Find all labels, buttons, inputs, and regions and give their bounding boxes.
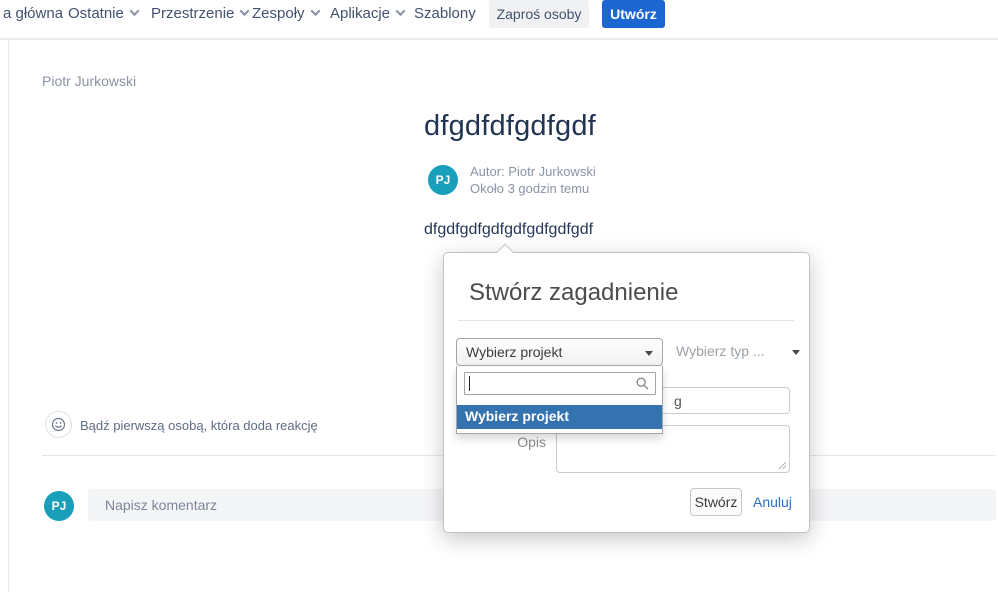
nav-item-templates[interactable]: Szablony — [414, 0, 476, 28]
issue-type-value: Wybierz typ ... — [676, 343, 765, 359]
nav-teams-label: Zespoły — [252, 5, 305, 22]
breadcrumb-author[interactable]: Piotr Jurkowski — [42, 73, 136, 89]
caret-down-icon — [792, 350, 800, 355]
caret-down-icon — [645, 351, 653, 356]
nav-item-apps[interactable]: Aplikacje — [330, 0, 404, 28]
text-cursor — [469, 376, 470, 391]
resize-grip-icon — [778, 461, 787, 470]
author-avatar: PJ — [428, 165, 458, 195]
nav-item-teams[interactable]: Zespoły — [252, 0, 319, 28]
top-navigation: a główna Ostatnie Przestrzenie Zespoły A… — [0, 0, 998, 40]
project-select-value: Wybierz projekt — [466, 344, 562, 360]
dialog-title-divider — [458, 320, 794, 321]
project-select[interactable]: Wybierz projekt — [456, 338, 663, 366]
screen: a główna Ostatnie Przestrzenie Zespoły A… — [0, 0, 998, 592]
project-option-label: Wybierz projekt — [465, 408, 569, 424]
nav-item-spaces[interactable]: Przestrzenie — [151, 0, 248, 28]
nav-spaces-label: Przestrzenie — [151, 5, 234, 22]
reaction-hint-text: Bądź pierwszą osobą, która doda reakcję — [80, 418, 318, 433]
description-label: Opis — [499, 434, 546, 450]
project-select-dropdown: Wybierz projekt — [456, 366, 663, 434]
dialog-create-button[interactable]: Stwórz — [690, 488, 742, 516]
chevron-down-icon — [129, 6, 139, 16]
dialog-title: Stwórz zagadnienie — [469, 279, 678, 307]
dialog-cancel-link[interactable]: Anuluj — [753, 494, 792, 510]
project-option-highlighted[interactable]: Wybierz projekt — [457, 405, 662, 429]
smiley-icon — [51, 417, 66, 432]
invite-people-button[interactable]: Zaproś osoby — [489, 0, 589, 28]
page-title: dfgdfdfgdfgdf — [424, 110, 596, 143]
byline-author-text: Autor: Piotr Jurkowski — [470, 164, 596, 179]
create-issue-dialog: Stwórz zagadnienie Wybierz projekt Wybie… — [443, 252, 810, 533]
comment-placeholder: Napisz komentarz — [105, 497, 217, 513]
add-reaction-button[interactable] — [45, 411, 72, 438]
byline-time-text: Około 3 godzin temu — [470, 181, 589, 196]
nav-item-recent[interactable]: Ostatnie — [68, 0, 138, 28]
issue-type-select[interactable]: Wybierz typ ... — [676, 343, 802, 363]
page-body-text: dfgdfgdfgdfgdfgdfgdfgdf — [424, 221, 593, 239]
nav-recent-label: Ostatnie — [68, 5, 124, 22]
search-icon — [636, 377, 649, 390]
project-search-input[interactable] — [464, 372, 656, 395]
nav-templates-label: Szablony — [414, 5, 476, 22]
chevron-down-icon — [310, 6, 320, 16]
nav-home-label: a główna — [3, 5, 63, 22]
content-left-rule — [8, 40, 9, 592]
nav-item-home[interactable]: a główna — [3, 0, 63, 28]
summary-input-value: g — [674, 393, 682, 409]
chevron-down-icon — [240, 6, 250, 16]
create-button[interactable]: Utwórz — [602, 0, 665, 28]
dialog-caret — [497, 244, 514, 261]
comment-avatar: PJ — [44, 491, 74, 521]
nav-apps-label: Aplikacje — [330, 5, 390, 22]
chevron-down-icon — [396, 6, 406, 16]
